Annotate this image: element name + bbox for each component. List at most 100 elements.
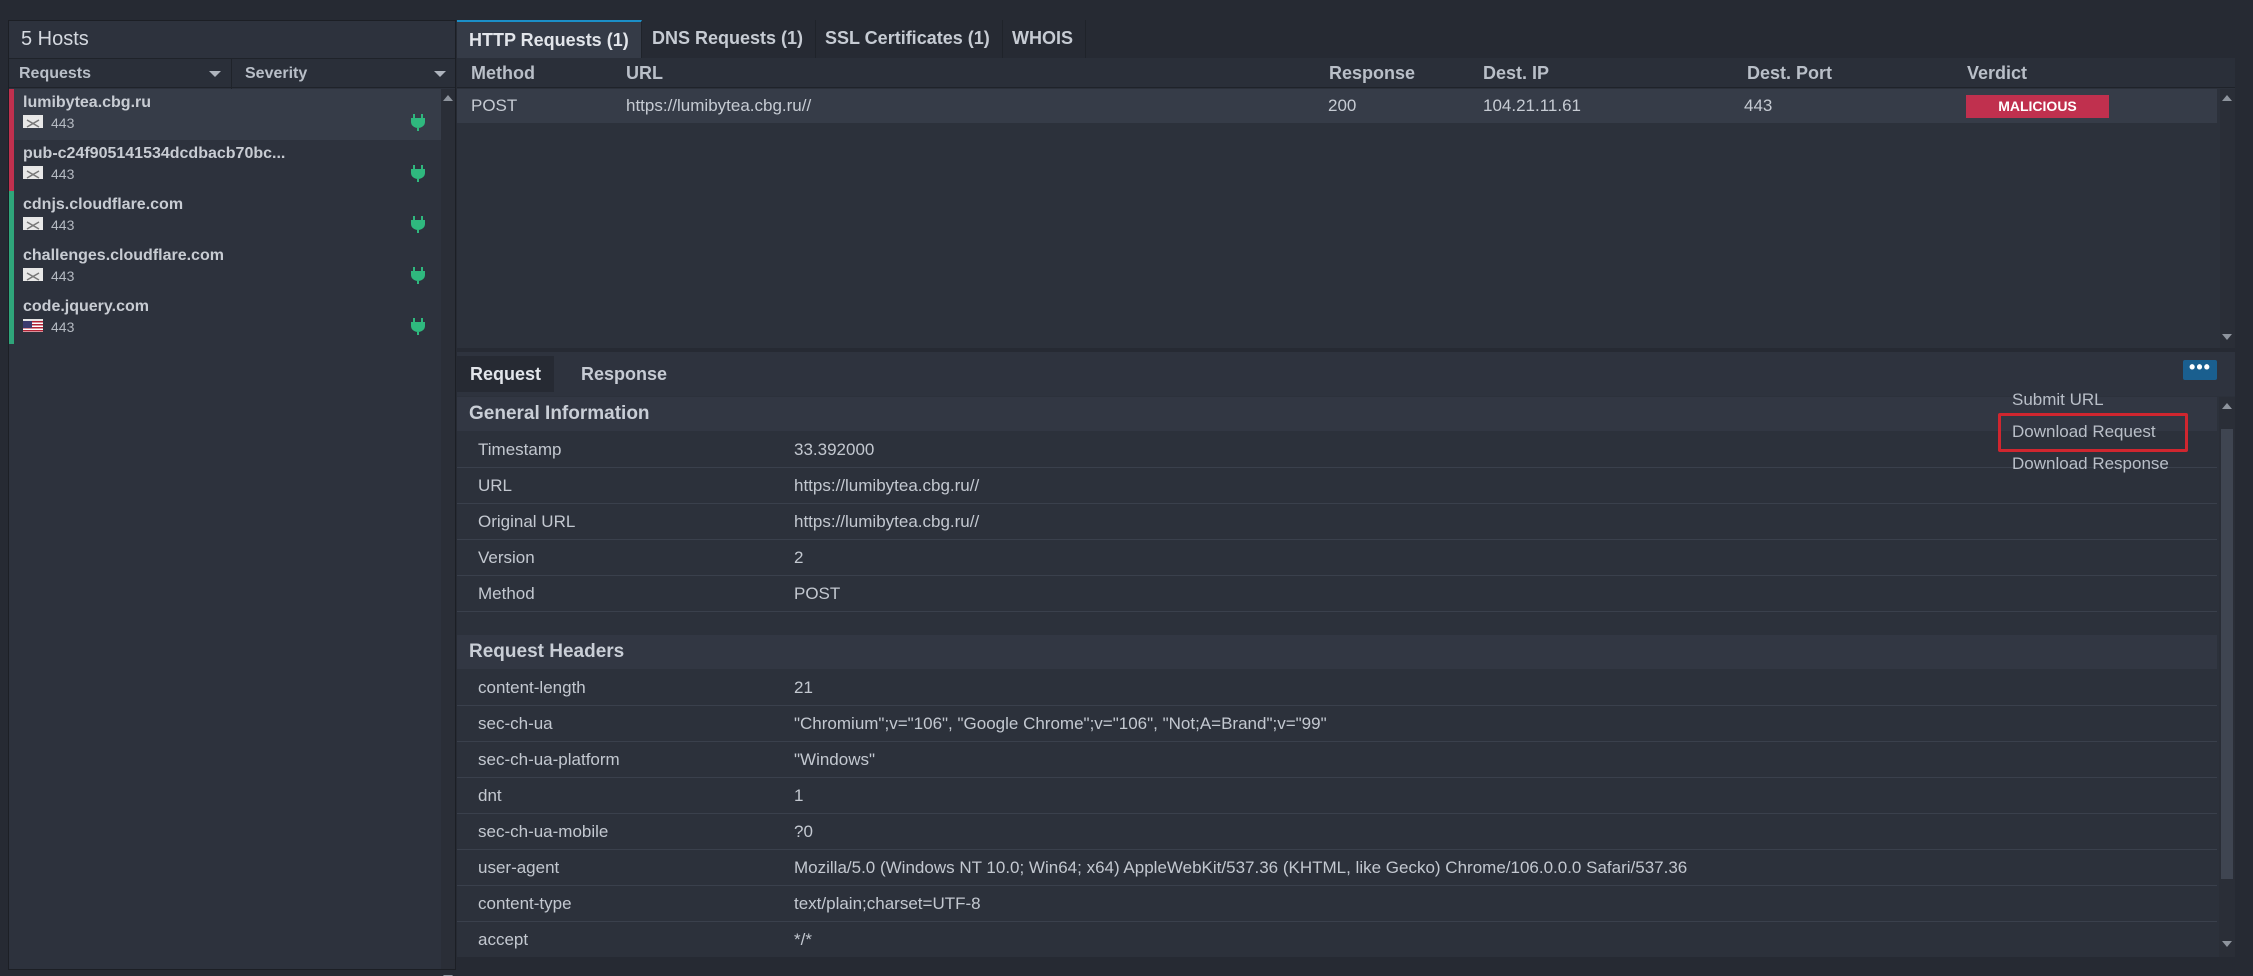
host-name: lumibytea.cbg.ru — [23, 94, 152, 111]
section-title-request-headers: Request Headers — [457, 635, 2217, 669]
kv-value: ?0 — [794, 822, 813, 841]
kv-key: content-type — [478, 894, 572, 913]
host-row[interactable]: cdnjs.cloudflare.com 443 — [9, 191, 441, 242]
hosts-scrollbar[interactable] — [441, 89, 455, 976]
kv-key: sec-ch-ua-platform — [478, 750, 620, 769]
kv-value: POST — [794, 584, 841, 603]
kv-row: Timestamp 33.392000 — [457, 432, 2217, 468]
kv-row: sec-ch-ua-mobile ?0 — [457, 814, 2217, 850]
kv-row: user-agent Mozilla/5.0 (Windows NT 10.0;… — [457, 850, 2217, 886]
severity-stripe — [9, 89, 14, 140]
scroll-up-arrow-icon[interactable] — [443, 95, 453, 101]
scroll-up-arrow-icon[interactable] — [2222, 95, 2232, 101]
scroll-down-arrow-icon[interactable] — [2222, 941, 2232, 947]
column-dest-port[interactable]: Dest. Port — [1747, 58, 1832, 88]
host-name: pub-c24f905141534dcdbacb70bc... — [23, 145, 286, 162]
kv-key: content-length — [478, 678, 586, 697]
kv-value: "Chromium";v="106", "Google Chrome";v="1… — [794, 714, 1327, 733]
generic-flag-icon — [23, 268, 43, 281]
scroll-down-arrow-icon[interactable] — [2222, 334, 2232, 340]
kv-value: https://lumibytea.cbg.ru// — [794, 512, 980, 531]
plug-icon — [409, 164, 427, 182]
column-method[interactable]: Method — [471, 58, 535, 88]
top-tab-bar: HTTP Requests (1) DNS Requests (1) SSL C… — [457, 20, 2253, 58]
severity-stripe — [9, 293, 14, 344]
host-port: 443 — [51, 217, 75, 233]
column-response[interactable]: Response — [1329, 58, 1415, 88]
kv-row: Original URL https://lumibytea.cbg.ru// — [457, 504, 2217, 540]
scrollbar-thumb[interactable] — [2221, 429, 2233, 879]
kv-key: user-agent — [478, 858, 560, 877]
menu-item-download-response[interactable]: Download Response — [2012, 454, 2169, 474]
kv-row: content-type text/plain;charset=UTF-8 — [457, 886, 2217, 922]
verdict-badge: MALICIOUS — [1966, 95, 2109, 118]
host-port: 443 — [51, 115, 75, 131]
generic-flag-icon — [23, 217, 43, 230]
cell-method: POST — [471, 96, 518, 115]
hosts-table-header: Requests Severity — [9, 58, 455, 89]
cell-response: 200 — [1328, 96, 1357, 115]
menu-item-submit-url[interactable]: Submit URL — [2012, 390, 2104, 410]
table-scrollbar[interactable] — [2220, 89, 2235, 348]
column-requests-header[interactable]: Requests — [19, 59, 91, 89]
kv-row: URL https://lumibytea.cbg.ru// — [457, 468, 2217, 504]
plug-icon — [409, 113, 427, 131]
requests-sort-caret-icon[interactable] — [209, 71, 221, 77]
request-detail-panel: Request Response ••• General Information… — [457, 352, 2235, 957]
hosts-list: lumibytea.cbg.ru 443 pub-c24f905141534dc… — [9, 89, 441, 969]
column-divider — [231, 59, 232, 89]
cell-dest-port: 443 — [1744, 96, 1773, 115]
kv-key: sec-ch-ua — [478, 714, 553, 733]
table-header: Method URL Response Dest. IP Dest. Port … — [457, 58, 2235, 88]
kv-value: 21 — [794, 678, 813, 697]
kv-row: sec-ch-ua-platform "Windows" — [457, 742, 2217, 778]
kv-key: Original URL — [478, 512, 576, 531]
kv-row: Method POST — [457, 576, 2217, 612]
tab-request[interactable]: Request — [457, 356, 555, 392]
column-verdict[interactable]: Verdict — [1967, 58, 2027, 88]
tab-whois[interactable]: WHOIS — [1000, 20, 1086, 58]
kv-key: sec-ch-ua-mobile — [478, 822, 609, 841]
plug-icon — [409, 266, 427, 284]
kv-value: https://lumibytea.cbg.ru// — [794, 476, 980, 495]
plug-icon — [409, 215, 427, 233]
kv-value: 2 — [794, 548, 804, 567]
kv-value: "Windows" — [794, 750, 876, 769]
host-row[interactable]: challenges.cloudflare.com 443 — [9, 242, 441, 293]
host-port: 443 — [51, 268, 75, 284]
detail-tab-bar: Request Response ••• — [457, 352, 2235, 396]
kv-key: URL — [478, 476, 513, 495]
kv-key: Timestamp — [478, 440, 562, 459]
column-url[interactable]: URL — [626, 58, 663, 88]
tab-ssl-certificates[interactable]: SSL Certificates (1) — [813, 20, 1003, 58]
severity-sort-caret-icon[interactable] — [434, 71, 446, 77]
us-flag-icon — [23, 319, 43, 332]
hosts-title: 5 Hosts — [21, 28, 89, 50]
cell-dest-ip: 104.21.11.61 — [1483, 96, 1581, 115]
column-dest-ip[interactable]: Dest. IP — [1483, 58, 1549, 88]
host-name: cdnjs.cloudflare.com — [23, 196, 184, 213]
kv-row: sec-ch-ua "Chromium";v="106", "Google Ch… — [457, 706, 2217, 742]
tab-http-requests[interactable]: HTTP Requests (1) — [457, 20, 642, 58]
table-row[interactable]: POST https://lumibytea.cbg.ru// 200 104.… — [457, 89, 2217, 123]
kv-value: */* — [794, 930, 812, 949]
tab-response[interactable]: Response — [568, 356, 680, 392]
severity-stripe — [9, 242, 14, 293]
kv-row: Version 2 — [457, 540, 2217, 576]
host-row[interactable]: code.jquery.com 443 — [9, 293, 441, 344]
column-severity-header[interactable]: Severity — [245, 59, 307, 89]
host-name: code.jquery.com — [23, 298, 149, 315]
kv-row: accept */* — [457, 922, 2217, 957]
kv-key: dnt — [478, 786, 502, 805]
more-options-button[interactable]: ••• — [2183, 358, 2217, 380]
kv-row: dnt 1 — [457, 778, 2217, 814]
severity-stripe — [9, 191, 14, 242]
host-port: 443 — [51, 319, 75, 335]
host-name: challenges.cloudflare.com — [23, 247, 224, 264]
kv-row: content-length 21 — [457, 670, 2217, 706]
host-row[interactable]: lumibytea.cbg.ru 443 — [9, 89, 441, 140]
severity-stripe — [9, 140, 14, 191]
host-row[interactable]: pub-c24f905141534dcdbacb70bc... 443 — [9, 140, 441, 191]
kv-key: accept — [478, 930, 529, 949]
tab-dns-requests[interactable]: DNS Requests (1) — [640, 20, 817, 58]
